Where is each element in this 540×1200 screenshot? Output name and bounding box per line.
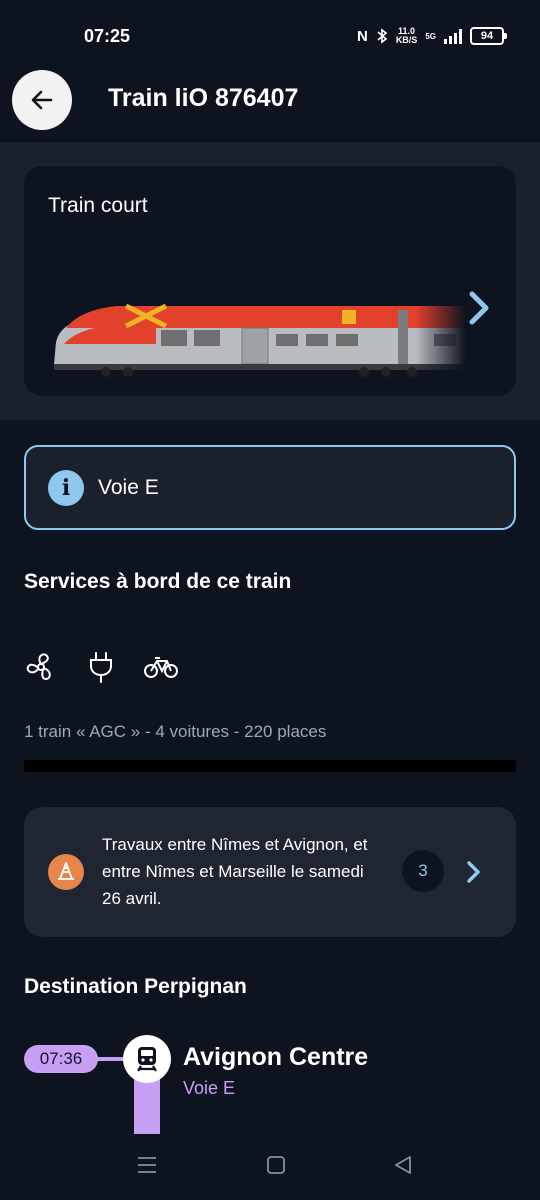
chevron-right-icon [467,861,480,883]
platform-text: Voie E [98,475,159,499]
power-plug-icon [90,652,112,683]
station-name[interactable]: Avignon Centre [183,1043,368,1072]
train-section: Train court [0,142,540,420]
header: Train liO 876407 [0,70,540,142]
works-alert-card[interactable]: Travaux entre Nîmes et Avignon, et entre… [24,807,516,937]
works-alert-text: Travaux entre Nîmes et Avignon, et entre… [102,835,368,908]
works-count-badge: 3 [402,850,444,892]
traffic-cone-icon [48,854,84,890]
network-speed: 11.0 KB/S [396,27,418,45]
train-station-icon [123,1035,171,1083]
arrow-left-icon [31,90,53,110]
stop-time: 07:36 [24,1045,98,1073]
status-time: 07:25 [84,26,131,46]
divider-bar [24,760,516,772]
page-title: Train liO 876407 [108,84,299,112]
destination-title: Destination Perpignan [24,975,247,998]
info-icon: i [48,469,84,506]
nfc-icon: N [356,27,368,45]
system-nav-bar [0,1134,540,1200]
battery-icon: 94 [470,27,507,45]
timeline-connector [96,1057,126,1061]
network-speed-unit: KB/S [395,35,418,45]
back-button[interactable] [12,70,72,130]
network-type: 5G [425,31,436,41]
services-icons [24,650,178,684]
air-conditioning-icon [26,653,51,681]
signal-icon [444,28,462,44]
bluetooth-icon [377,28,388,44]
train-image [54,303,466,377]
station-track: Voie E [183,1078,236,1098]
back-nav-icon[interactable] [392,1154,414,1176]
status-bar: 07:25 N 11.0 KB/S 5G 94 [0,0,540,70]
train-length-label: Train court [48,194,148,217]
services-title: Services à bord de ce train [24,570,292,593]
menu-icon[interactable] [136,1154,158,1176]
chevron-right-icon[interactable] [464,288,494,328]
train-composition-text: 1 train « AGC » - 4 voitures - 220 place… [24,722,327,741]
home-icon[interactable] [265,1154,287,1176]
bicycle-icon [144,657,178,678]
train-card[interactable]: Train court [24,166,516,396]
status-icons: N 11.0 KB/S 5G 94 [356,24,507,48]
platform-info-banner: i Voie E [24,445,516,530]
